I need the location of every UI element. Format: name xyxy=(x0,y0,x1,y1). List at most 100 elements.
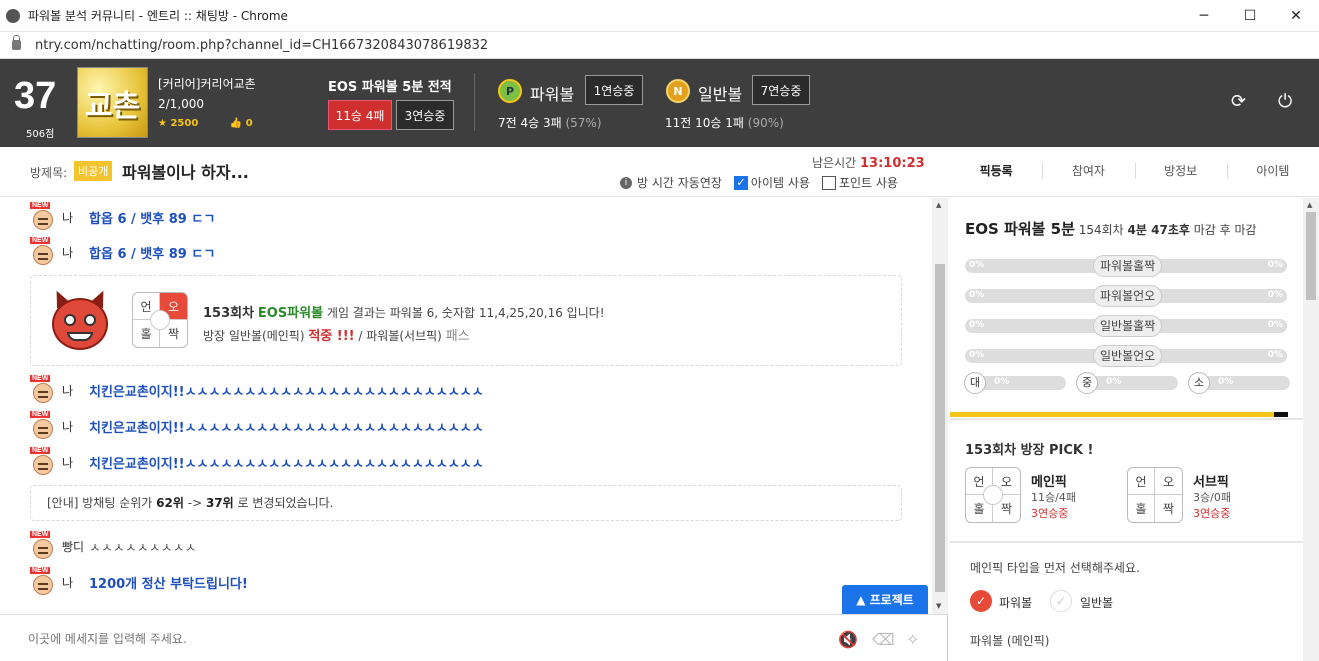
vote-bar-normal-oddeven[interactable]: 0% 일반볼홀짝 0% xyxy=(965,315,1287,337)
minimize-button[interactable]: ─ xyxy=(1181,0,1227,32)
chat-message: NEW 나 1200개 정산 부탁드립니다! xyxy=(30,567,248,596)
power-icon[interactable]: ⏻ xyxy=(1278,91,1292,112)
result-grid: 언 오 홀 짝 xyxy=(132,292,188,348)
eos-record-title: EOS 파워볼 5분 전적 xyxy=(328,80,452,95)
point-use-label: 포인트 사용 xyxy=(838,176,898,190)
eraser-icon[interactable]: ⌫ xyxy=(872,630,895,649)
sub-pick-name: 서브픽 xyxy=(1193,475,1229,490)
scrollbar-thumb[interactable] xyxy=(935,264,945,592)
chat-message: NEW 나 치킨은교촌이지!!ㅅㅅㅅㅅㅅㅅㅅㅅㅅㅅㅅㅅㅅㅅㅅㅅㅅㅅㅅㅅㅅㅅㅅㅅㅅ xyxy=(30,447,484,476)
item-use-checkbox[interactable]: ✓ xyxy=(733,175,748,190)
panel-scrollbar[interactable]: ▲ xyxy=(1303,198,1319,661)
vote-bar-normal-underover[interactable]: 0% 일반볼언오 0% xyxy=(965,345,1287,367)
member-count: 2/1,000 xyxy=(158,97,205,111)
scroll-up-icon[interactable]: ▲ xyxy=(936,201,941,209)
result-line-1: 153회차 EOS파워볼 게임 결과는 파워볼 6, 숫자합 11,4,25,2… xyxy=(203,306,605,321)
item-use-label: 아이템 사용 xyxy=(750,176,810,190)
chat-rank: 37 xyxy=(14,75,57,117)
room-title: 파워볼이나 하자... xyxy=(122,163,249,182)
message-author[interactable]: 나 xyxy=(62,418,89,435)
divider xyxy=(950,418,1303,420)
remaining-time: 남은시간 13:10:23 xyxy=(812,156,925,171)
user-face-icon[interactable]: NEW xyxy=(30,202,56,230)
tab-items[interactable]: 아이템 xyxy=(1226,147,1319,197)
chat-scrollbar[interactable]: ▲ ▼ xyxy=(932,198,948,614)
lock-icon xyxy=(12,35,21,50)
powerball-icon: P xyxy=(498,79,522,103)
user-face-icon[interactable]: NEW xyxy=(30,237,56,265)
rank-notice: [안내] 방채팅 순위가 62위 -> 37위 로 변경되었습니다. xyxy=(30,485,902,521)
tab-room-info[interactable]: 방정보 xyxy=(1134,147,1227,197)
message-author[interactable]: 나 xyxy=(62,382,89,399)
tab-pick-register[interactable]: 픽등록 xyxy=(950,147,1042,197)
powerball-record: 7전 4승 3패 (57%) xyxy=(498,116,602,130)
divider xyxy=(950,541,1303,543)
magic-wand-icon[interactable]: ✧ xyxy=(906,630,919,649)
star-count: ★ 2500 xyxy=(158,118,199,129)
point-use-checkbox[interactable] xyxy=(821,175,836,190)
host-pick-title: 153회차 방장 PICK ! xyxy=(965,443,1094,458)
message-author[interactable]: 나 xyxy=(62,454,89,471)
project-button[interactable]: ▲ 프로젝트 xyxy=(842,585,928,614)
chat-input-bar: 🔇 ⌫ ✧ xyxy=(0,614,948,661)
main-pick-name: 메인픽 xyxy=(1031,475,1067,490)
avatar[interactable]: 교촌 xyxy=(77,67,148,138)
user-face-icon[interactable]: NEW xyxy=(30,375,56,403)
maximize-button[interactable]: ☐ xyxy=(1227,0,1273,32)
pick-panel: EOS 파워볼 5분 154회차 4분 47초후 마감 후 마감 0% 파워볼홀짝… xyxy=(950,198,1319,661)
vote-bar-powerball-underover[interactable]: 0% 파워볼언오 0% xyxy=(965,285,1287,307)
panel-title: EOS 파워볼 5분 154회차 4분 47초후 마감 후 마감 xyxy=(965,220,1257,238)
message-author[interactable]: 나 xyxy=(62,209,89,226)
powerball-option-label[interactable]: 파워볼 xyxy=(999,594,1032,611)
normalball-streak-badge: 7연승중 xyxy=(752,75,810,105)
info-icon[interactable]: i xyxy=(620,176,632,189)
sub-pick-streak: 3연승중 xyxy=(1193,507,1231,520)
url-text[interactable]: ntry.com/nchatting/room.php?channel_id=C… xyxy=(35,38,488,53)
eos-record-badge: 11승 4패 xyxy=(328,100,392,130)
vote-bar-powerball-oddeven[interactable]: 0% 파워볼홀짝 0% xyxy=(965,255,1287,277)
user-stats: ★ 2500 👍 0 xyxy=(158,118,281,129)
main-pick-record: 11승/4패 xyxy=(1031,491,1076,504)
normalball-radio[interactable]: ✓ xyxy=(1050,590,1072,612)
chat-message: NEW 나 치킨은교촌이지!!ㅅㅅㅅㅅㅅㅅㅅㅅㅅㅅㅅㅅㅅㅅㅅㅅㅅㅅㅅㅅㅅㅅㅅㅅㅅ xyxy=(30,411,484,440)
normalball-record: 11전 10승 1패 (90%) xyxy=(665,116,784,130)
message-input[interactable] xyxy=(28,629,808,649)
main-pick-section-label: 파워볼 (메인픽) xyxy=(970,634,1050,648)
address-bar[interactable]: ntry.com/nchatting/room.php?channel_id=C… xyxy=(0,32,1319,59)
user-face-icon[interactable]: NEW xyxy=(30,567,56,595)
size-bar-medium[interactable]: 중 0% xyxy=(1076,372,1178,394)
room-title-label: 방제목: xyxy=(30,166,68,180)
chat-message: NEW 나 합옵 6 / 뱃후 89 ㄷㄱ xyxy=(30,237,216,266)
mute-icon[interactable]: 🔇 xyxy=(838,630,858,649)
user-face-icon[interactable]: NEW xyxy=(30,447,56,475)
normalball-title: 일반볼 xyxy=(698,85,743,104)
rank-points: 506점 xyxy=(26,129,55,140)
message-author[interactable]: 나 xyxy=(62,574,89,591)
private-badge: 비공개 xyxy=(74,161,113,181)
refresh-icon[interactable]: ⟳ xyxy=(1231,91,1246,112)
auto-extend-label: 방 시간 자동연장 xyxy=(637,176,722,190)
user-face-icon[interactable]: NEW xyxy=(30,531,56,559)
size-bar-small[interactable]: 소 0% xyxy=(1188,372,1290,394)
sub-pick-record: 3승/0패 xyxy=(1193,491,1231,504)
size-bar-large[interactable]: 대 0% xyxy=(964,372,1066,394)
like-count: 👍 0 xyxy=(229,118,253,129)
powerball-radio[interactable]: ✓ xyxy=(970,590,992,612)
tab-participants[interactable]: 참여자 xyxy=(1042,147,1134,197)
sub-pick-grid: 언 오 홀 짝 xyxy=(1127,467,1183,523)
message-author[interactable]: 빵디 xyxy=(62,538,89,555)
powerball-streak-badge: 1연승중 xyxy=(585,75,643,105)
message-text: 합옵 6 / 뱃후 89 ㄷㄱ xyxy=(89,246,216,262)
close-button[interactable]: ✕ xyxy=(1273,0,1319,32)
user-face-icon[interactable]: NEW xyxy=(30,411,56,439)
chat-message: NEW 나 치킨은교촌이지!!ㅅㅅㅅㅅㅅㅅㅅㅅㅅㅅㅅㅅㅅㅅㅅㅅㅅㅅㅅㅅㅅㅅㅅㅅㅅ xyxy=(30,375,484,404)
normalball-icon: N xyxy=(666,79,690,103)
powerball-title: 파워볼 xyxy=(530,85,575,104)
eos-streak-badge: 3연승중 xyxy=(396,100,454,130)
normalball-option-label[interactable]: 일반볼 xyxy=(1080,594,1113,611)
scroll-down-icon[interactable]: ▼ xyxy=(936,602,941,610)
username: [커리어]커리어교촌 xyxy=(158,77,256,91)
scroll-up-icon[interactable]: ▲ xyxy=(1307,201,1312,209)
message-author[interactable]: 나 xyxy=(62,244,89,261)
scrollbar-thumb[interactable] xyxy=(1306,212,1316,300)
